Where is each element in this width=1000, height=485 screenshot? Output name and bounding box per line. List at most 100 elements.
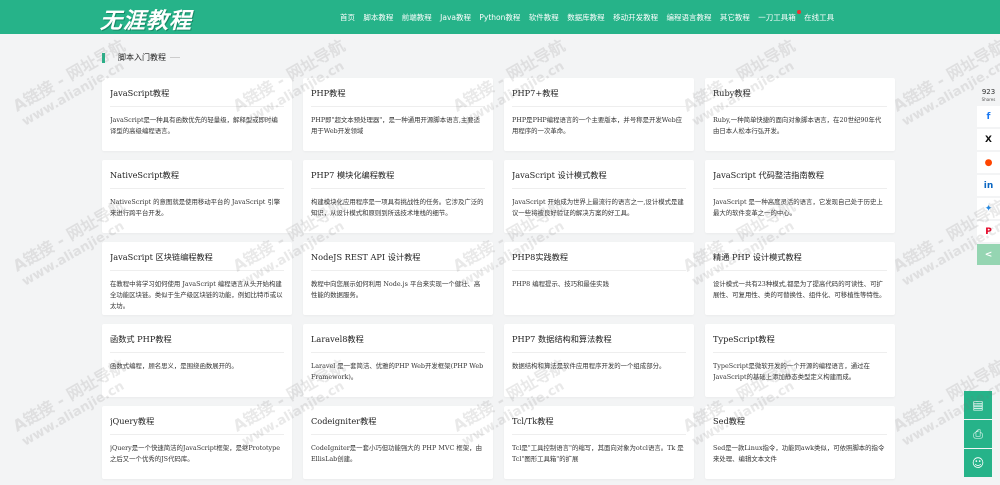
card-title[interactable]: Sed教程	[713, 415, 887, 435]
card-title[interactable]: NativeScript教程	[110, 169, 284, 189]
card-description: 设计模式一共有23种模式,都是为了提高代码的可读性、可扩展性、可复用性、类的可替…	[713, 280, 886, 299]
card-description: JavaScript 是一种高度灵活的语言，它发现自己处于历史上最大的软件变革之…	[713, 198, 883, 217]
section-divider	[170, 57, 180, 58]
tutorial-card[interactable]: Tcl/Tk教程 Tcl是"工具控制语言"的缩写，其面向对象为otcl语言。Tk …	[504, 406, 694, 479]
card-description: jQuery是一个快速简洁的JavaScript框架，是继Prototype之后…	[110, 444, 281, 463]
card-title[interactable]: PHP教程	[311, 87, 485, 107]
reddit-share-button[interactable]: ●	[977, 152, 1000, 173]
card-title[interactable]: Ruby教程	[713, 87, 887, 107]
share-count-label: Shares	[981, 97, 996, 102]
tutorial-card[interactable]: Laravel8教程 Laravel 是一套简洁、优雅的PHP Web开发框架(P…	[303, 324, 493, 397]
tutorial-card[interactable]: PHP7 模块化编程教程 构建模块化应用程序是一项具有挑战性的任务。它涉及广泛的知…	[303, 160, 493, 233]
tutorial-card[interactable]: PHP教程 PHP即"超文本预处理器"，是一种通用开源脚本语言,主要适用于Web开…	[303, 78, 493, 151]
tutorial-card[interactable]: JavaScript教程 JavaScript是一种具有函数优先的轻量级，解释型或…	[102, 78, 292, 151]
card-description: 教程中向您展示如何利用 Node.js 平台来实现一个健壮、高性能的数据服务。	[311, 280, 481, 299]
social-share-bar: 923 Shares f X ● in ✦ P <	[977, 88, 1000, 265]
tutorial-card[interactable]: NodeJS REST API 设计教程 教程中向您展示如何利用 Node.js …	[303, 242, 493, 315]
card-title[interactable]: PHP7 模块化编程教程	[311, 169, 485, 189]
share-count-value: 923	[981, 88, 996, 96]
floating-tools: ▤ ⎙ ☺	[964, 391, 992, 478]
card-description: 构建模块化应用程序是一项具有挑战性的任务。它涉及广泛的知识，从设计模式和原则到所…	[311, 198, 484, 217]
nav-tools[interactable]: 一刀工具箱	[758, 9, 801, 23]
nav-mobile[interactable]: 移动开发教程	[613, 12, 658, 23]
tutorial-card[interactable]: PHP7+教程 PHP是PHP编程语言的一个主要版本，并号称是开发Web应用程序的…	[504, 78, 694, 151]
card-title[interactable]: Laravel8教程	[311, 333, 485, 353]
nav-online-tools[interactable]: 在线工具	[804, 12, 834, 23]
pinterest-icon: P	[985, 226, 992, 237]
tutorial-card[interactable]: Ruby教程 Ruby,一种简单快捷的面向对象脚本语言，在20世纪90年代由日本人…	[705, 78, 895, 151]
top-navigation-bar: 无涯教程 首页 脚本教程 前端教程 Java教程 Python教程 软件教程 数据库教程 移动…	[0, 0, 1000, 34]
share-more-share-button[interactable]: <	[977, 244, 1000, 265]
nav-script[interactable]: 脚本教程	[363, 12, 393, 23]
reddit-icon: ●	[984, 157, 993, 168]
card-title[interactable]: JavaScript教程	[110, 87, 284, 107]
facebook-share-button[interactable]: f	[977, 106, 1000, 127]
nav-python[interactable]: Python教程	[479, 12, 520, 23]
messenger-share-button[interactable]: ✦	[977, 198, 1000, 219]
linkedin-icon: in	[983, 180, 994, 191]
notification-dot	[796, 9, 801, 14]
card-description: Tcl是"工具控制语言"的缩写，其面向对象为otcl语言。Tk 是 Tcl"图形…	[512, 444, 684, 463]
tutorial-card[interactable]: Sed教程 Sed是一款Linux指令，功能同awk类似，可依照脚本的指令来处理、…	[705, 406, 895, 479]
nav-other[interactable]: 其它教程	[720, 12, 750, 23]
x-twitter-share-button[interactable]: X	[977, 129, 1000, 150]
nav-programming[interactable]: 编程语言教程	[666, 12, 711, 23]
card-description: NativeScript 的意图就是使用移动平台的 JavaScript 引擎来…	[110, 198, 281, 217]
card-title[interactable]: jQuery教程	[110, 415, 284, 435]
back-to-top-button[interactable]: ▤	[964, 391, 992, 419]
tutorial-card[interactable]: 函数式 PHP教程函数式编程，顾名思义，是围绕函数展开的。	[102, 324, 292, 397]
wechat-icon: ☺	[971, 456, 985, 470]
messenger-icon: ✦	[984, 203, 993, 214]
card-description: JavaScript 开始成为世界上最流行的语言之一,设计模式是建议一些将被良好…	[512, 198, 684, 217]
share-more-icon: <	[984, 249, 993, 260]
card-description: 在教程中将学习如何使用 JavaScript 编程语言从头开始构建全功能区块链。…	[110, 280, 283, 310]
tutorial-card[interactable]: 精通 PHP 设计模式教程 设计模式一共有23种模式,都是为了提高代码的可读性、可…	[705, 242, 895, 315]
card-description: 数据结构和算法是软件应用程序开发的一个组成部分。	[512, 362, 666, 370]
nav-java[interactable]: Java教程	[440, 12, 471, 23]
print-icon: ⎙	[973, 426, 983, 441]
section-header: 脚本入门教程	[102, 52, 180, 63]
card-title[interactable]: JavaScript 设计模式教程	[512, 169, 686, 189]
card-title[interactable]: JavaScript 代码整洁指南教程	[713, 169, 887, 189]
facebook-icon: f	[986, 111, 991, 122]
nav-home[interactable]: 首页	[340, 12, 355, 23]
tutorial-card[interactable]: NativeScript教程 NativeScript 的意图就是使用移动平台的 …	[102, 160, 292, 233]
tutorial-card[interactable]: jQuery教程 jQuery是一个快速简洁的JavaScript框架，是继Pro…	[102, 406, 292, 479]
tutorial-card[interactable]: PHP7 数据结构和算法教程数据结构和算法是软件应用程序开发的一个组成部分。	[504, 324, 694, 397]
tutorial-card[interactable]: Codeigniter教程 CodeIgniter是一套小巧但功能强大的 PHP …	[303, 406, 493, 479]
wechat-button[interactable]: ☺	[964, 449, 992, 477]
card-title[interactable]: PHP8实践教程	[512, 251, 686, 271]
share-count: 923 Shares	[977, 88, 1000, 104]
nav-software[interactable]: 软件教程	[529, 12, 559, 23]
card-title[interactable]: 函数式 PHP教程	[110, 333, 284, 353]
section-marker-icon	[102, 52, 112, 63]
card-description: Laravel 是一套简洁、优雅的PHP Web开发框架(PHP Web Fra…	[311, 362, 484, 381]
site-logo[interactable]: 无涯教程	[100, 3, 192, 35]
card-title[interactable]: 精通 PHP 设计模式教程	[713, 251, 887, 271]
tutorial-card[interactable]: JavaScript 代码整洁指南教程 JavaScript 是一种高度灵活的语言…	[705, 160, 895, 233]
nav-database[interactable]: 数据库教程	[567, 12, 605, 23]
card-description: 函数式编程，顾名思义，是围绕函数展开的。	[110, 362, 238, 370]
card-title[interactable]: TypeScript教程	[713, 333, 887, 353]
card-description: PHP即"超文本预处理器"，是一种通用开源脚本语言,主要适用于Web开发领域	[311, 116, 481, 135]
card-title[interactable]: Codeigniter教程	[311, 415, 485, 435]
pinterest-share-button[interactable]: P	[977, 221, 1000, 242]
tutorial-card[interactable]: PHP8实践教程 PHP8 编程提示、技巧和最佳实践	[504, 242, 694, 315]
print-button[interactable]: ⎙	[964, 420, 992, 448]
tutorial-card[interactable]: JavaScript 设计模式教程 JavaScript 开始成为世界上最流行的语…	[504, 160, 694, 233]
card-title[interactable]: Tcl/Tk教程	[512, 415, 686, 435]
card-description: Ruby,一种简单快捷的面向对象脚本语言，在20世纪90年代由日本人松本行弘开发…	[713, 116, 882, 135]
nav-frontend[interactable]: 前端教程	[402, 12, 432, 23]
card-description: JavaScript是一种具有函数优先的轻量级，解释型或即时编译型的高级编程语言…	[110, 116, 278, 135]
linkedin-share-button[interactable]: in	[977, 175, 1000, 196]
main-menu: 首页 脚本教程 前端教程 Java教程 Python教程 软件教程 数据库教程 移动开发教程编…	[340, 0, 843, 34]
card-title[interactable]: NodeJS REST API 设计教程	[311, 251, 485, 271]
card-title[interactable]: JavaScript 区块链编程教程	[110, 251, 284, 271]
card-title[interactable]: PHP7 数据结构和算法教程	[512, 333, 686, 353]
tutorial-card[interactable]: JavaScript 区块链编程教程在教程中将学习如何使用 JavaScript…	[102, 242, 292, 315]
section-title: 脚本入门教程	[118, 53, 166, 62]
tutorial-card[interactable]: TypeScript教程 TypeScript是微软开发的一个开源的编程语言，通过…	[705, 324, 895, 397]
card-description: Sed是一款Linux指令，功能同awk类似，可依照脚本的指令来处理、编辑文本文…	[713, 444, 885, 463]
card-title[interactable]: PHP7+教程	[512, 87, 686, 107]
card-description: TypeScript是微软开发的一个开源的编程语言，通过在JavaScript的…	[713, 362, 870, 381]
